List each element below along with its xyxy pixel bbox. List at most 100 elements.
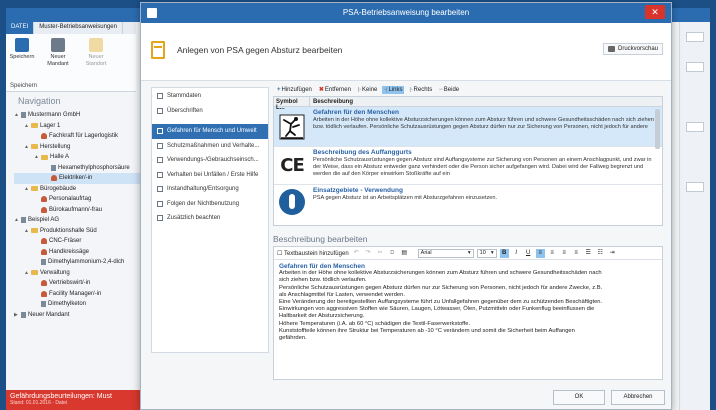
underline-button[interactable]: U <box>524 249 533 258</box>
print-preview-button[interactable]: Druckvorschau <box>602 43 663 55</box>
risk-assessment-bar: Gefährdungsbeurteilungen: Must Stand: 01… <box>6 390 146 410</box>
section-menu-item[interactable]: Verwendungs-/Gebrauchseinsch... <box>152 153 268 168</box>
align-center-text-icon[interactable]: ≡ <box>548 249 557 258</box>
redo-icon[interactable]: ↷ <box>364 249 373 258</box>
expand-arrow-icon[interactable]: ▲ <box>14 217 19 223</box>
section-menu-item[interactable]: Zusätzlich beachten <box>152 211 268 226</box>
expand-arrow-icon[interactable]: ▲ <box>24 123 29 129</box>
paste-icon[interactable]: ▤ <box>400 249 409 258</box>
folder-icon <box>31 270 38 276</box>
tree-item-label: Hexamethylphosphorsäure <box>58 164 130 171</box>
column-header-symbol[interactable]: Symbol L... <box>274 97 310 111</box>
tree-item[interactable]: Personalaufrtag <box>14 194 154 205</box>
section-menu-item[interactable]: Instandhaltung/Entsorgung <box>152 182 268 197</box>
tree-item[interactable]: ▶ Neuer Mandant <box>14 310 154 321</box>
section-menu-item[interactable]: Gefahren für Mensch und Umwelt <box>152 124 268 139</box>
table-row[interactable]: Gefahren für den Menschen Arbeiten in de… <box>274 107 662 147</box>
indent-icon[interactable]: ⇥ <box>608 249 617 258</box>
justify-text-icon[interactable]: ≡ <box>572 249 581 258</box>
expand-arrow-icon[interactable]: ▲ <box>24 228 29 234</box>
tree-item[interactable]: Bürokaufmann/-frau <box>14 205 154 216</box>
remove-button[interactable]: ✖ Entfernen <box>317 85 353 94</box>
editor-content[interactable]: Gefahren für den Menschen Arbeiten in de… <box>274 260 662 345</box>
tree-item[interactable]: ▲ Bürogebäude <box>14 184 154 195</box>
tree-item[interactable]: Fachkraft für Lagerlogistik <box>14 131 154 142</box>
section-icon <box>157 142 163 149</box>
expand-arrow-icon[interactable]: ▲ <box>34 154 39 160</box>
save-button[interactable]: Speichern <box>8 38 36 61</box>
expand-arrow-icon[interactable]: ▶ <box>14 312 19 318</box>
add-button[interactable]: + Hinzufügen <box>275 86 314 94</box>
tree-item[interactable]: ▲ Lager 1 <box>14 121 154 132</box>
bullet-list-icon[interactable]: ☰ <box>584 249 593 258</box>
table-row[interactable]: CE Beschreibung des Auffanggurts Persönl… <box>274 147 662 185</box>
undo-icon[interactable]: ↶ <box>352 249 361 258</box>
section-menu-item[interactable]: Überschriften <box>152 104 268 119</box>
editor-line: als Anschlagmittel für Lasten, verwendet… <box>279 291 405 298</box>
font-size-select[interactable]: 10 ▾ <box>476 248 497 258</box>
tab-muster-betriebsanweisungen[interactable]: Muster-Betriebsanweisungen <box>34 22 123 34</box>
row-title: Einsatzgebiete - Verwendung <box>313 187 403 194</box>
expand-arrow-icon[interactable]: ▲ <box>24 144 29 150</box>
save-icon <box>15 38 29 52</box>
new-location-button[interactable]: Neuer Standort <box>82 38 110 68</box>
description-cell: Beschreibung des Auffanggurts Persönlich… <box>310 147 662 184</box>
add-snippet-button[interactable]: ☐ Textbaustein hinzufügen <box>277 250 349 257</box>
document-icon <box>41 301 46 308</box>
numbered-list-icon[interactable]: ☷ <box>596 249 605 258</box>
italic-button[interactable]: I <box>512 249 521 258</box>
section-menu-label: Überschriften <box>167 107 203 114</box>
bold-button[interactable]: B <box>499 248 509 258</box>
tree-item[interactable]: CNC-Fräser <box>14 236 154 247</box>
tree-item[interactable]: ▲ Halle A <box>14 152 154 163</box>
tree-item[interactable]: Elektriker/-in <box>14 173 154 184</box>
align-both-icon: ▫▫ <box>439 86 443 93</box>
section-menu-item[interactable]: Schutzmaßnahmen und Verhalte... <box>152 139 268 154</box>
editor-line: Persönliche Schutzausrüstungen gegen Abs… <box>279 284 603 291</box>
align-right-button[interactable]: |▫ Rechts <box>407 86 434 94</box>
tree-item[interactable]: Facility Manager/-in <box>14 289 154 300</box>
tree-item[interactable]: Hexamethylphosphorsäure <box>14 163 154 174</box>
expand-arrow-icon[interactable]: ▲ <box>24 186 29 192</box>
row-text: PSA gegen Absturz ist an Arbeitsplätzen … <box>313 195 498 201</box>
person-icon <box>41 280 47 287</box>
align-right-text-icon[interactable]: ≡ <box>560 249 569 258</box>
align-left-button[interactable]: ▫| Links <box>382 85 405 94</box>
tree-item[interactable]: ▲ Beispiel AG <box>14 215 154 226</box>
close-button[interactable]: ✕ <box>645 5 665 19</box>
tree-item[interactable]: Vertriebswirt/-in <box>14 278 154 289</box>
align-none-button[interactable]: |▫ Keine <box>356 86 379 94</box>
table-row[interactable]: Einsatzgebiete - Verwendung PSA gegen Ab… <box>274 185 662 219</box>
document-icon <box>21 217 26 224</box>
ok-button[interactable]: OK <box>553 390 605 405</box>
chevron-down-icon: ▾ <box>467 250 471 256</box>
column-header-description[interactable]: Beschreibung <box>310 97 356 106</box>
copy-icon[interactable]: ⧉ <box>388 249 397 258</box>
expand-arrow-icon[interactable]: ▲ <box>14 112 19 118</box>
new-client-button[interactable]: Neuer Mandant <box>44 38 72 68</box>
cut-icon[interactable]: ✂ <box>376 249 385 258</box>
section-menu-item[interactable]: Stammdaten <box>152 89 268 104</box>
font-family-select[interactable]: Arial ▾ <box>417 248 474 258</box>
person-icon <box>41 290 47 297</box>
tree-item[interactable]: ▲ Produktionshalle Süd <box>14 226 154 237</box>
tree-item[interactable]: ▲ Mustermann GmbH <box>14 110 154 121</box>
table-scrollbar[interactable] <box>655 109 660 149</box>
align-left-text-icon[interactable]: ≡ <box>535 248 545 258</box>
tree-item[interactable]: ▲ Herstellung <box>14 142 154 153</box>
tab-datei[interactable]: DATEI <box>6 22 35 34</box>
tree-item[interactable]: Handkreissäge <box>14 247 154 258</box>
rich-text-editor: ☐ Textbaustein hinzufügen ↶ ↷ ✂ ⧉ ▤ Aria… <box>273 246 663 380</box>
section-menu-item[interactable]: Verhalten bei Unfällen / Erste Hilfe <box>152 168 268 183</box>
section-menu-label: Schutzmaßnahmen und Verhalte... <box>167 142 260 149</box>
expand-arrow-icon[interactable]: ▲ <box>24 270 29 276</box>
dialog-titlebar: PSA-Betriebsanweisung bearbeiten ✕ <box>141 3 671 23</box>
align-both-button[interactable]: ▫▫ Beide <box>437 86 461 94</box>
tree-item[interactable]: Dimethylketon <box>14 299 154 310</box>
section-menu-item[interactable]: Folgen der Nichtbenutzung <box>152 197 268 212</box>
tree-item[interactable]: ▲ Verwaltung <box>14 268 154 279</box>
cancel-button[interactable]: Abbrechen <box>611 390 665 405</box>
tree-item[interactable]: Dimethylammonium-2,4-dich <box>14 257 154 268</box>
section-menu-label: Zusätzlich beachten <box>167 215 221 222</box>
editor-title: Beschreibung bearbeiten <box>273 234 368 244</box>
